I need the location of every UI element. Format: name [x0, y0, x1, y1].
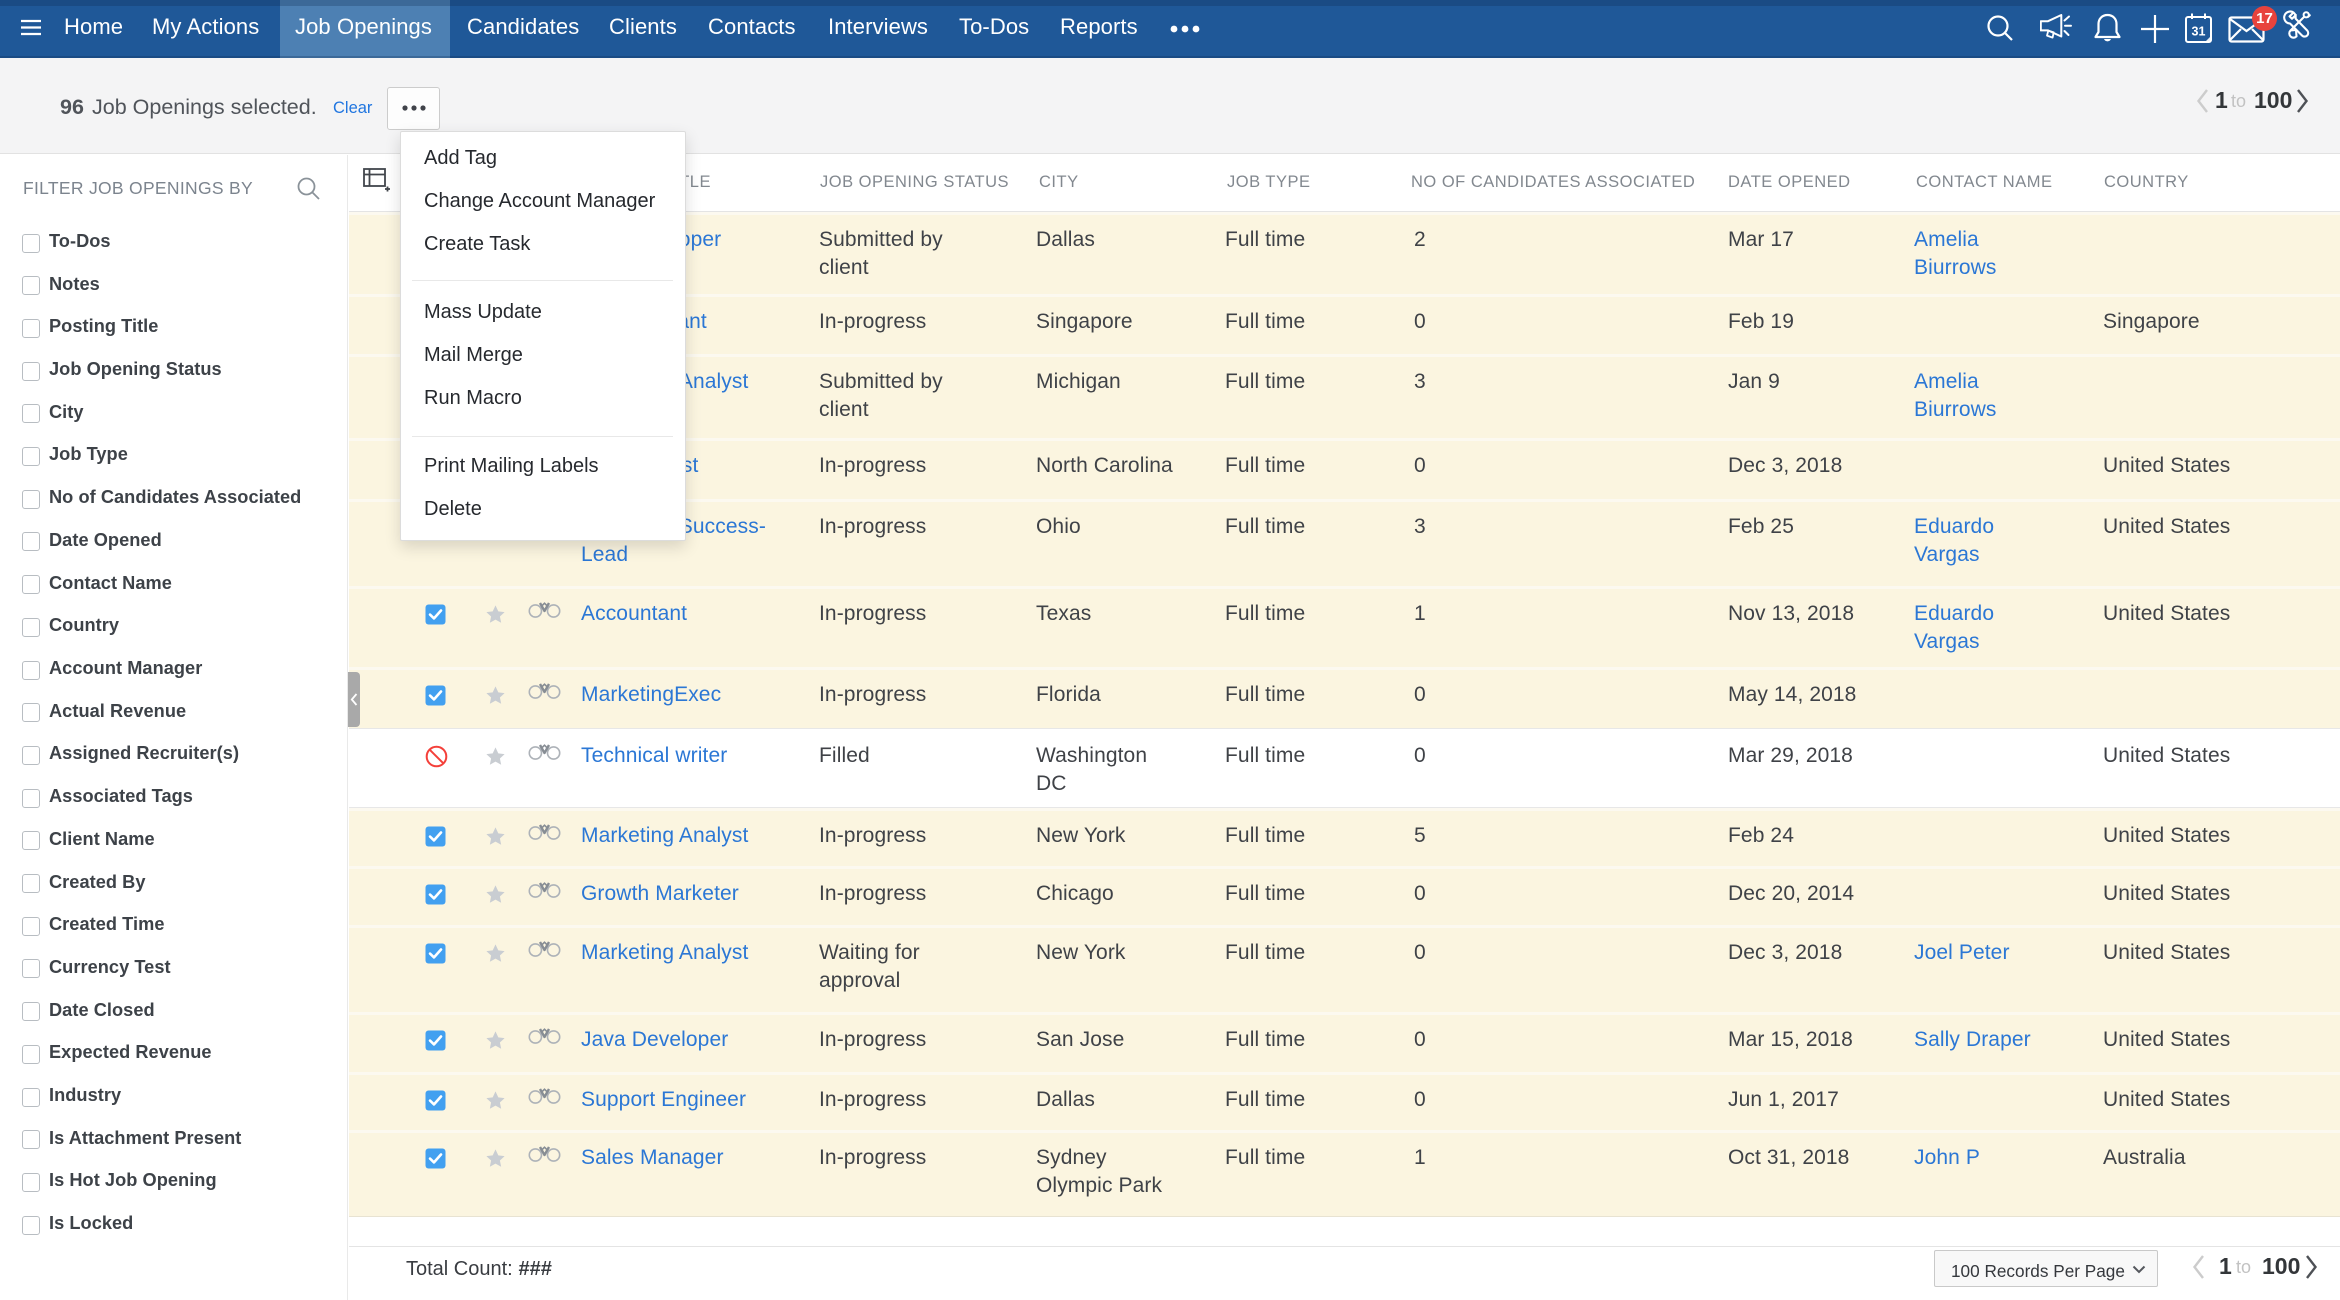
svg-text:31: 31 [2192, 25, 2206, 39]
